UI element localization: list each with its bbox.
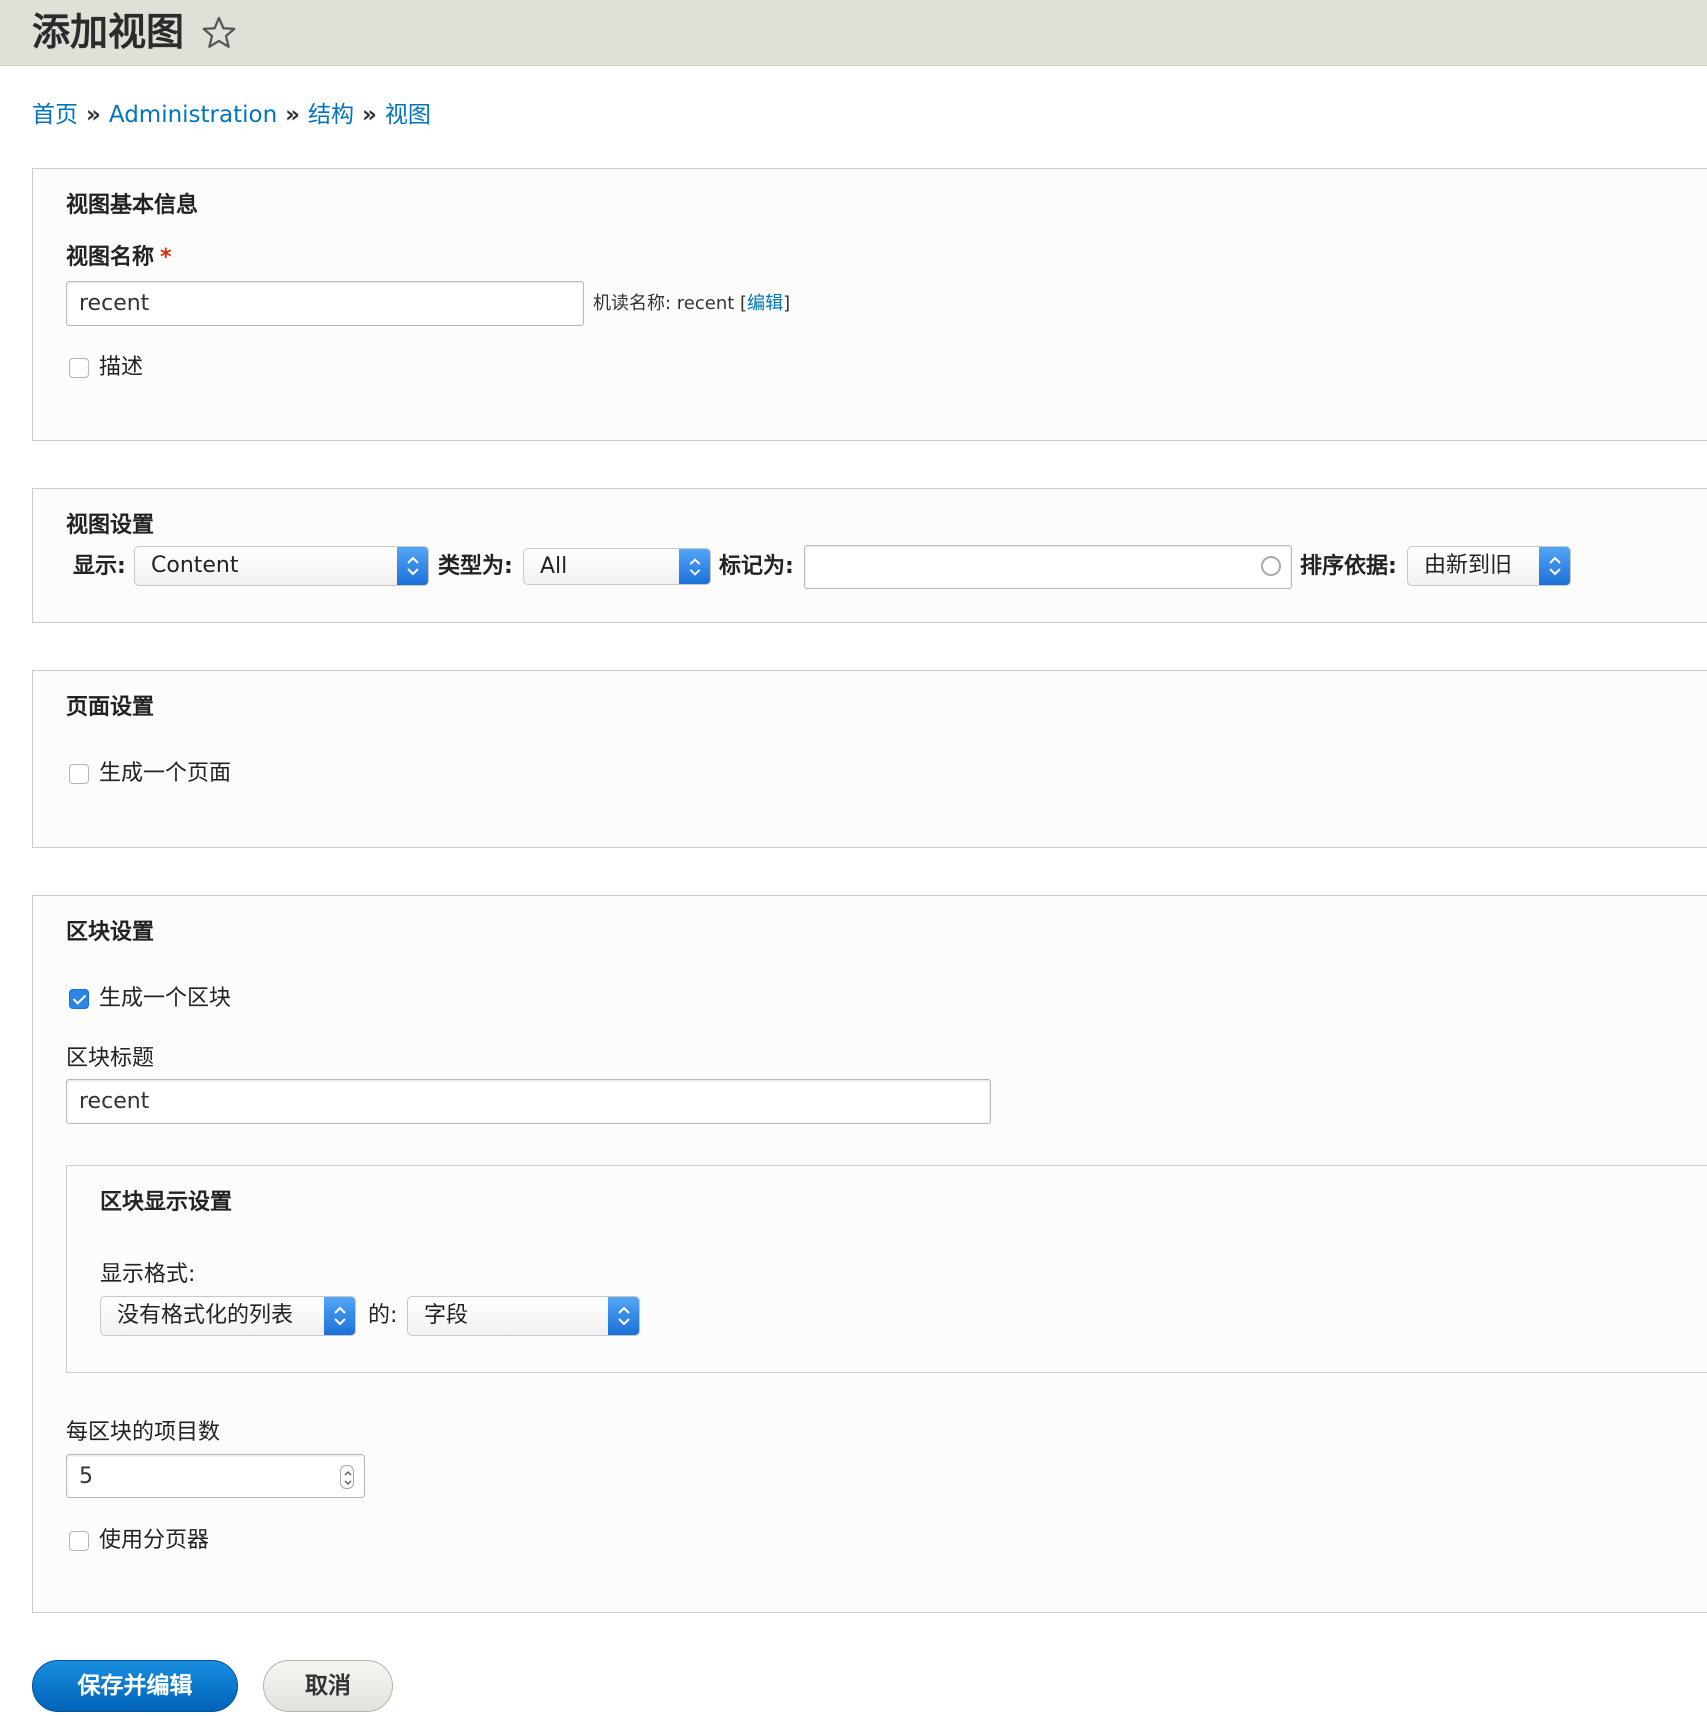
chevron-updown-icon xyxy=(397,547,428,585)
use-pager-label: 使用分页器 xyxy=(99,1528,210,1553)
machine-name-edit-link[interactable]: 编辑 xyxy=(747,293,783,314)
show-label: 显示: xyxy=(73,554,126,579)
sort-select-value: 由新到旧 xyxy=(1424,553,1513,578)
format-label: 显示格式: xyxy=(100,1262,196,1287)
machine-name: 机读名称: recent [编辑] xyxy=(593,291,790,317)
type-label: 类型为: xyxy=(438,554,513,579)
type-select-value: All xyxy=(540,554,568,579)
tagged-label: 标记为: xyxy=(719,554,794,579)
breadcrumb-views[interactable]: 视图 xyxy=(385,102,431,128)
show-select[interactable]: Content xyxy=(134,546,429,586)
use-pager-checkbox[interactable] xyxy=(69,1531,89,1551)
of-select[interactable]: 字段 xyxy=(407,1296,640,1336)
description-label: 描述 xyxy=(99,355,144,380)
create-block-checkbox-row[interactable]: 生成一个区块 xyxy=(69,984,231,1014)
bracket-close: ] xyxy=(783,293,791,314)
required-marker: * xyxy=(160,245,172,270)
sort-label: 排序依据: xyxy=(1300,554,1397,579)
breadcrumb-separator: » xyxy=(362,102,377,128)
breadcrumb-administration[interactable]: Administration xyxy=(109,102,277,128)
format-select[interactable]: 没有格式化的列表 xyxy=(100,1296,356,1336)
breadcrumb-structure[interactable]: 结构 xyxy=(308,102,354,128)
create-page-checkbox-row[interactable]: 生成一个页面 xyxy=(69,759,231,789)
view-name-input[interactable]: recent xyxy=(66,281,584,326)
fieldset-basic-info-legend: 视图基本信息 xyxy=(66,193,199,218)
create-page-checkbox[interactable] xyxy=(69,764,89,784)
fieldset-block-display-legend: 区块显示设置 xyxy=(100,1190,233,1215)
save-and-edit-button[interactable]: 保存并编辑 xyxy=(32,1660,238,1712)
number-spinner-icon[interactable] xyxy=(340,1465,354,1489)
block-title-label: 区块标题 xyxy=(66,1046,155,1071)
fieldset-block-settings: 区块设置 生成一个区块 区块标题 recent 区块显示设置 显示格式: 没有格… xyxy=(32,895,1707,1613)
of-select-value: 字段 xyxy=(424,1303,469,1328)
description-checkbox[interactable] xyxy=(69,358,89,378)
throbber-icon xyxy=(1261,556,1281,576)
breadcrumb-separator: » xyxy=(86,102,101,128)
chevron-updown-icon xyxy=(679,549,710,584)
items-per-block-input[interactable]: 5 xyxy=(66,1454,365,1498)
chevron-updown-icon xyxy=(608,1297,639,1335)
view-name-label-text: 视图名称 xyxy=(66,245,155,270)
create-block-label: 生成一个区块 xyxy=(99,986,232,1011)
format-select-value: 没有格式化的列表 xyxy=(117,1303,294,1328)
breadcrumb: 首页 » Administration » 结构 » 视图 xyxy=(32,98,431,132)
block-title-input[interactable]: recent xyxy=(66,1079,991,1124)
breadcrumb-separator: » xyxy=(285,102,301,128)
fieldset-view-settings-legend: 视图设置 xyxy=(66,513,155,538)
of-label: 的: xyxy=(368,1303,398,1328)
fieldset-view-settings: 视图设置 显示: Content 类型为: All 标记为: 排序依据: 由新到… xyxy=(32,488,1707,623)
view-name-label: 视图名称 * xyxy=(66,243,172,273)
fieldset-page-settings: 页面设置 生成一个页面 xyxy=(32,670,1707,848)
show-select-value: Content xyxy=(151,553,239,578)
items-per-block-label: 每区块的项目数 xyxy=(66,1420,221,1445)
description-checkbox-row[interactable]: 描述 xyxy=(69,353,143,383)
page-title: 添加视图 xyxy=(32,10,185,54)
create-block-checkbox[interactable] xyxy=(69,989,89,1009)
chevron-updown-icon xyxy=(324,1297,355,1335)
items-per-block-value: 5 xyxy=(79,1464,93,1489)
use-pager-checkbox-row[interactable]: 使用分页器 xyxy=(69,1526,209,1556)
star-icon[interactable] xyxy=(200,14,238,52)
sort-select[interactable]: 由新到旧 xyxy=(1407,546,1571,586)
fieldset-block-display: 区块显示设置 显示格式: 没有格式化的列表 的: 字段 xyxy=(66,1165,1707,1373)
tagged-input[interactable] xyxy=(804,545,1292,589)
fieldset-basic-info: 视图基本信息 视图名称 * recent 机读名称: recent [编辑] 描述 xyxy=(32,168,1707,441)
title-bar: 添加视图 xyxy=(0,0,1707,66)
fieldset-page-settings-legend: 页面设置 xyxy=(66,695,155,720)
fieldset-block-settings-legend: 区块设置 xyxy=(66,920,155,945)
machine-name-label: 机读名称: recent xyxy=(593,293,735,314)
type-select[interactable]: All xyxy=(523,548,711,585)
chevron-updown-icon xyxy=(1539,547,1570,585)
cancel-button[interactable]: 取消 xyxy=(263,1660,393,1712)
breadcrumb-home[interactable]: 首页 xyxy=(32,102,78,128)
create-page-label: 生成一个页面 xyxy=(99,761,232,786)
